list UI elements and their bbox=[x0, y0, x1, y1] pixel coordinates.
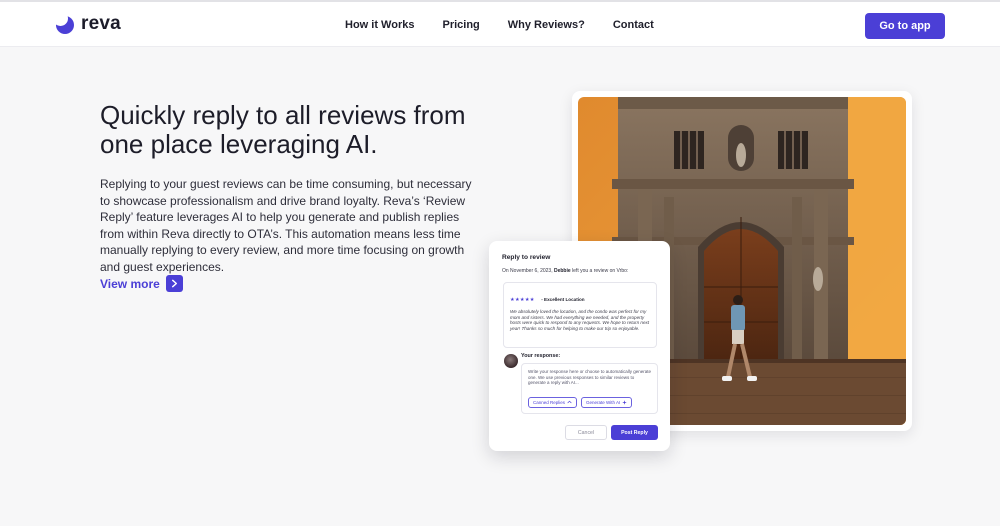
review-meta-suffix: left you a review on Vrbo: bbox=[570, 268, 629, 274]
response-placeholder: Write your response here or choose to au… bbox=[528, 369, 651, 386]
view-more-label: View more bbox=[100, 276, 160, 291]
top-navigation-bar: reva How it Works Pricing Why Reviews? C… bbox=[0, 0, 1000, 47]
hero-title: Quickly reply to all reviews from one pl… bbox=[100, 100, 466, 159]
avatar bbox=[504, 354, 518, 368]
brand-logo[interactable]: reva bbox=[53, 11, 121, 35]
review-title: - Excellent Location bbox=[541, 297, 585, 302]
star-rating: ★★★★★ bbox=[510, 297, 535, 303]
review-meta: On November 6, 2023, Debbie left you a r… bbox=[502, 268, 628, 274]
response-actions: Canned Replies Generate With AI bbox=[528, 397, 633, 408]
view-more-link[interactable]: View more bbox=[100, 275, 183, 292]
generate-with-ai-label: Generate With AI bbox=[586, 400, 621, 405]
cancel-button[interactable]: Cancel bbox=[565, 425, 607, 440]
go-to-app-button[interactable]: Go to app bbox=[865, 13, 945, 39]
nav-item-pricing[interactable]: Pricing bbox=[442, 19, 479, 31]
canned-replies-label: Canned Replies bbox=[533, 400, 566, 405]
nav-item-why-reviews[interactable]: Why Reviews? bbox=[508, 19, 585, 31]
review-card-title: Reply to review bbox=[502, 254, 551, 261]
review-content-box: ★★★★★ - Excellent Location We absolutely… bbox=[503, 282, 657, 348]
chevron-up-icon bbox=[567, 400, 572, 405]
review-meta-prefix: On November 6, 2023, bbox=[502, 268, 554, 274]
post-reply-button[interactable]: Post Reply bbox=[611, 425, 658, 440]
reply-to-review-card: Reply to review On November 6, 2023, Deb… bbox=[489, 241, 670, 451]
main-nav: How it Works Pricing Why Reviews? Contac… bbox=[345, 19, 654, 31]
review-text: We absolutely loved the location, and th… bbox=[510, 309, 650, 331]
review-author: Debbie bbox=[553, 268, 571, 274]
sparkle-icon bbox=[622, 399, 628, 406]
chevron-right-icon bbox=[165, 275, 183, 292]
reva-logo-icon bbox=[53, 11, 75, 34]
nav-item-contact[interactable]: Contact bbox=[613, 19, 654, 31]
brand-name: reva bbox=[81, 13, 121, 34]
nav-item-how-it-works[interactable]: How it Works bbox=[345, 19, 414, 31]
response-label: Your response: bbox=[521, 353, 561, 359]
response-textarea[interactable]: Write your response here or choose to au… bbox=[521, 363, 658, 414]
hero-description: Replying to your guest reviews can be ti… bbox=[100, 177, 472, 274]
generate-with-ai-button[interactable]: Generate With AI bbox=[581, 397, 633, 408]
canned-replies-button[interactable]: Canned Replies bbox=[528, 397, 578, 408]
